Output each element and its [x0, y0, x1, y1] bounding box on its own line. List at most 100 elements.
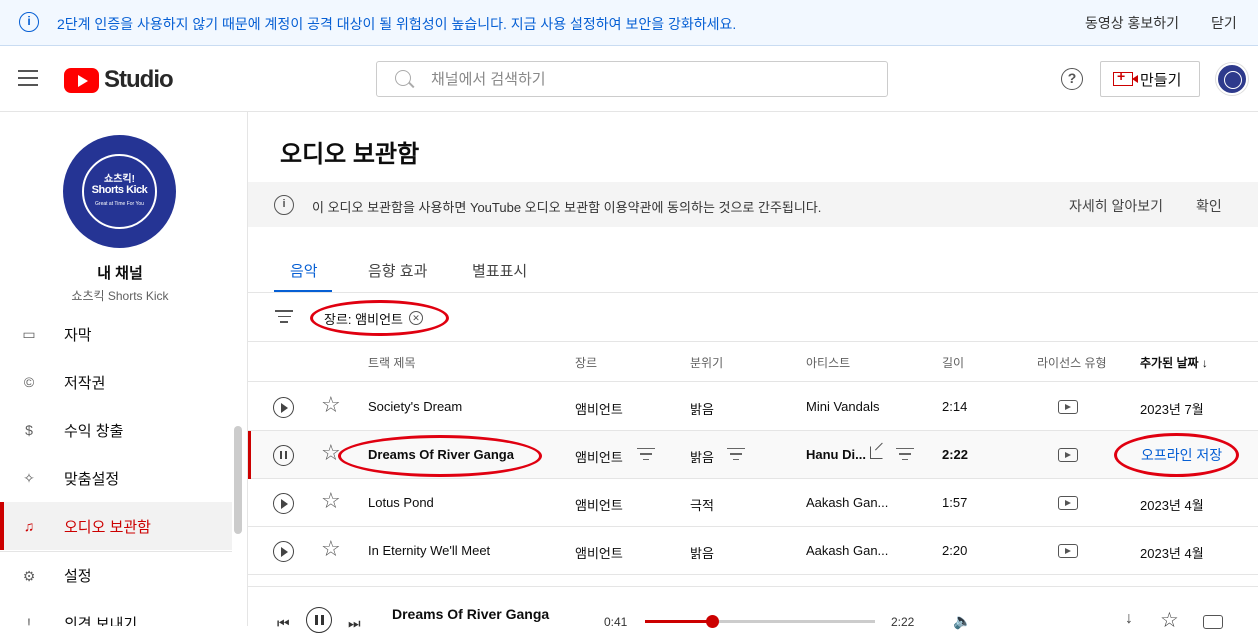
- promote-video-link[interactable]: 동영상 홍보하기: [1085, 13, 1179, 33]
- table-row[interactable]: ☆ In Eternity We'll Meet 앰비언트 밝음 Aakash …: [248, 527, 1258, 575]
- avatar-text-slogan: Great at Time For You: [95, 201, 144, 207]
- sidebar-item-copyright[interactable]: © 저작권: [0, 358, 232, 406]
- header-track-title[interactable]: 트랙 제목: [368, 354, 416, 371]
- confirm-button[interactable]: 확인: [1196, 196, 1222, 216]
- subtitles-icon: ▭: [22, 326, 36, 342]
- sidebar-item-feedback[interactable]: ! 의견 보내기: [0, 599, 232, 626]
- duration: 2:22: [891, 615, 915, 629]
- avatar-text-name: Shorts Kick: [91, 184, 148, 196]
- progress-slider[interactable]: [645, 615, 875, 628]
- filter-bar: 장르: 앰비언트 ✕: [248, 292, 1258, 342]
- sidebar-item-audio-library[interactable]: ♫ 오디오 보관함: [0, 502, 232, 550]
- similar-genre-icon[interactable]: [637, 448, 655, 461]
- learn-more-link[interactable]: 자세히 알아보기: [1069, 196, 1163, 216]
- volume-icon[interactable]: 🔈: [953, 612, 972, 630]
- star-icon[interactable]: ☆: [321, 442, 341, 464]
- top-app-bar: Studio ? 만들기: [0, 46, 1258, 112]
- account-avatar[interactable]: [1216, 63, 1248, 95]
- sidebar-item-customization[interactable]: ✧ 맞춤설정: [0, 454, 232, 502]
- track-mood: 밝음: [690, 402, 714, 417]
- external-link-icon[interactable]: [870, 446, 883, 459]
- terms-notice: i 이 오디오 보관함을 사용하면 YouTube 오디오 보관함 이용약관에 …: [248, 182, 1258, 227]
- info-icon: i: [274, 195, 294, 215]
- banner-close-button[interactable]: 닫기: [1211, 13, 1237, 33]
- sidebar-scrollbar[interactable]: [234, 426, 242, 534]
- search-box[interactable]: [376, 61, 888, 97]
- audio-player-bar: ⏮ ⏭ Dreams Of River Ganga 0:41 2:22 🔈 ↓ …: [248, 586, 1258, 633]
- tab-starred[interactable]: 별표표시: [472, 260, 527, 281]
- track-title: Dreams Of River Ganga: [368, 447, 514, 462]
- track-artist: Hanu Di...: [806, 447, 866, 462]
- star-icon[interactable]: ☆: [321, 394, 341, 416]
- sidebar-item-subtitles[interactable]: ▭ 자막: [0, 310, 232, 358]
- track-genre: 앰비언트: [575, 498, 623, 513]
- track-genre: 앰비언트: [575, 546, 623, 561]
- track-genre: 앰비언트: [575, 402, 623, 417]
- progress-fill: [645, 620, 712, 623]
- audio-library-icon: ♫: [23, 518, 35, 534]
- search-icon: [395, 70, 411, 86]
- sidebar-item-label: 자막: [64, 326, 92, 344]
- pause-icon[interactable]: [273, 445, 294, 466]
- track-artist: Aakash Gan...: [806, 543, 889, 558]
- play-icon[interactable]: [273, 397, 294, 418]
- header-added-label: 추가된 날짜: [1140, 356, 1199, 370]
- create-button[interactable]: 만들기: [1100, 61, 1200, 97]
- logo-text: Studio: [104, 66, 174, 93]
- library-tabs: 음악 음향 효과 별표표시: [248, 252, 1258, 293]
- track-mood: 밝음: [690, 450, 714, 465]
- similar-mood-icon[interactable]: [727, 448, 745, 461]
- next-track-icon[interactable]: ⏭: [348, 615, 361, 632]
- sidebar-item-label: 설정: [64, 568, 92, 585]
- filter-chip-label: 장르: 앰비언트: [324, 311, 403, 327]
- tab-music[interactable]: 음악: [290, 260, 318, 281]
- similar-artist-icon[interactable]: [896, 448, 914, 461]
- menu-icon[interactable]: [18, 70, 38, 86]
- header-license[interactable]: 라이선스 유형: [1037, 354, 1107, 371]
- channel-avatar[interactable]: 쇼츠킥! Shorts Kick Great at Time For You: [63, 135, 176, 248]
- save-offline-link[interactable]: 오프라인 저장: [1141, 445, 1222, 465]
- track-added-date: 2023년 4월: [1140, 498, 1204, 513]
- header-mood[interactable]: 분위기: [690, 354, 723, 371]
- youtube-license-icon: [1203, 615, 1223, 629]
- info-icon: i: [19, 12, 39, 32]
- help-icon[interactable]: ?: [1061, 68, 1083, 90]
- sort-down-icon: ↓: [1201, 356, 1208, 370]
- track-length: 2:22: [942, 447, 969, 462]
- search-input[interactable]: [431, 69, 851, 89]
- youtube-license-icon: [1058, 496, 1078, 510]
- play-icon[interactable]: [273, 541, 294, 562]
- header-length[interactable]: 길이: [942, 354, 964, 371]
- star-icon[interactable]: ☆: [1160, 608, 1179, 633]
- header-artist[interactable]: 아티스트: [806, 354, 850, 371]
- download-icon[interactable]: ↓: [1125, 610, 1133, 628]
- filter-icon[interactable]: [275, 310, 293, 324]
- track-title: Society's Dream: [368, 399, 463, 414]
- header-genre[interactable]: 장르: [575, 354, 597, 371]
- track-title: In Eternity We'll Meet: [368, 543, 491, 558]
- previous-track-icon[interactable]: ⏮: [277, 615, 290, 632]
- track-mood: 밝음: [690, 546, 714, 561]
- sidebar-item-label: 맞춤설정: [64, 470, 120, 488]
- sidebar-item-settings[interactable]: ⚙ 설정: [0, 551, 232, 599]
- play-icon[interactable]: [273, 493, 294, 514]
- progress-handle[interactable]: [705, 615, 719, 628]
- remove-filter-icon[interactable]: ✕: [408, 311, 423, 325]
- genre-filter-chip[interactable]: 장르: 앰비언트 ✕: [310, 302, 437, 334]
- table-row-playing[interactable]: ☆ Dreams Of River Ganga 앰비언트 밝음 Hanu Di.…: [248, 431, 1258, 479]
- tab-sound-effects[interactable]: 음향 효과: [368, 260, 427, 281]
- youtube-license-icon: [1058, 544, 1078, 558]
- youtube-studio-logo[interactable]: Studio: [64, 66, 174, 94]
- star-icon[interactable]: ☆: [321, 538, 341, 560]
- table-row[interactable]: ☆ Lotus Pond 앰비언트 극적 Aakash Gan... 1:57 …: [248, 479, 1258, 527]
- sidebar-item-monetization[interactable]: $ 수익 창출: [0, 406, 232, 454]
- track-title: Lotus Pond: [368, 495, 434, 510]
- player-pause-button[interactable]: [306, 607, 332, 633]
- youtube-logo-icon: [64, 67, 99, 93]
- header-added-date[interactable]: 추가된 날짜 ↓: [1140, 354, 1208, 371]
- table-row[interactable]: ☆ Society's Dream 앰비언트 밝음 Mini Vandals 2…: [248, 383, 1258, 431]
- security-banner: i 2단계 인증을 사용하지 않기 때문에 계정이 공격 대상이 될 위험성이 …: [0, 0, 1258, 46]
- sidebar-item-label: 오디오 보관함: [64, 518, 151, 536]
- star-icon[interactable]: ☆: [321, 490, 341, 512]
- main-content: 오디오 보관함 i 이 오디오 보관함을 사용하면 YouTube 오디오 보관…: [248, 112, 1258, 626]
